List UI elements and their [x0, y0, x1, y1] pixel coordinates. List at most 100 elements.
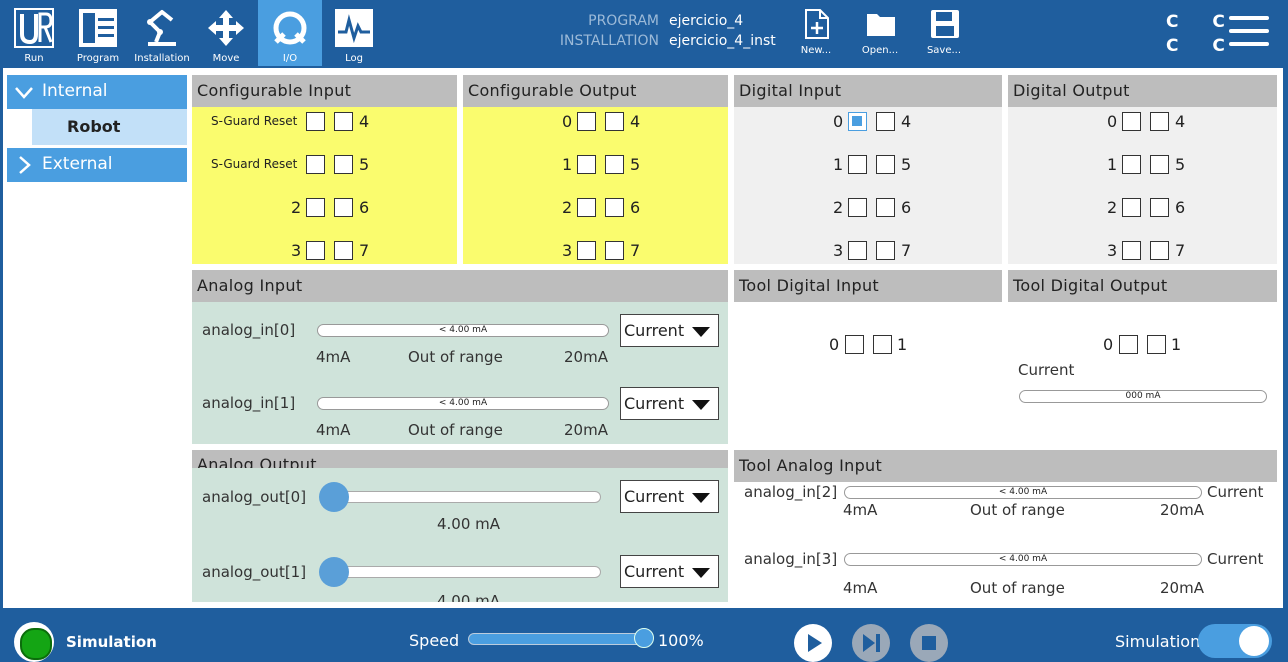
- step-button[interactable]: [852, 624, 890, 662]
- ci-checkbox-7[interactable]: [334, 241, 353, 260]
- step-icon: [863, 634, 880, 652]
- do-checkbox-0[interactable]: [1122, 112, 1141, 131]
- tool-digital-input-header: Tool Digital Input: [734, 270, 1002, 302]
- tdo-checkbox-1[interactable]: [1147, 335, 1166, 354]
- nav-move-label: Move: [212, 53, 240, 64]
- nav-move-button[interactable]: Move: [194, 0, 258, 66]
- robot-status-indicator-icon[interactable]: [14, 622, 54, 662]
- tool-analog-input-body: analog_in[2] < 4.00 mA Current 4mA Out o…: [734, 482, 1277, 602]
- analog-out-1-slider-track[interactable]: [320, 566, 601, 578]
- new-button[interactable]: New...: [786, 0, 846, 66]
- ci-checkbox-4[interactable]: [334, 112, 353, 131]
- sidebar-item-external-label: External: [42, 154, 113, 174]
- ci-label-3: 3: [291, 241, 302, 260]
- analog-out-1-slider-knob[interactable]: [319, 557, 349, 587]
- digital-output-body: 0 4 1 5 2 6 3 7: [1008, 107, 1277, 264]
- do-checkbox-2[interactable]: [1122, 198, 1141, 217]
- save-button[interactable]: Save...: [914, 0, 974, 66]
- analog-out-0-slider-track[interactable]: [320, 491, 601, 503]
- co-checkbox-0[interactable]: [577, 112, 596, 131]
- do-label-7: 7: [1175, 241, 1186, 260]
- di-checkbox-1[interactable]: [848, 155, 867, 174]
- analog-out-1-mode-select[interactable]: Current: [620, 555, 719, 588]
- analog-out-0-mode-select[interactable]: Current: [620, 480, 719, 513]
- ci-checkbox-1[interactable]: [306, 155, 325, 174]
- di-label-7: 7: [901, 241, 912, 260]
- nav-run-button[interactable]: Run: [2, 0, 66, 66]
- nav-installation-button[interactable]: Installation: [130, 0, 194, 66]
- cc-indicator-bottom: C C: [1166, 36, 1239, 56]
- speed-slider-knob[interactable]: [634, 628, 654, 648]
- analog-in-3-max: 20mA: [1160, 579, 1204, 597]
- do-label-5: 5: [1175, 155, 1186, 174]
- analog-out-0-slider-knob[interactable]: [319, 482, 349, 512]
- tool-digital-input-title: Tool Digital Input: [739, 276, 879, 295]
- ci-checkbox-2[interactable]: [306, 198, 325, 217]
- do-checkbox-1[interactable]: [1122, 155, 1141, 174]
- configurable-input-header: Configurable Input: [192, 75, 457, 107]
- nav-program-button[interactable]: Program: [66, 0, 130, 66]
- co-checkbox-1[interactable]: [577, 155, 596, 174]
- nav-program-label: Program: [76, 53, 120, 64]
- dropdown-arrow-icon: [692, 400, 710, 410]
- analog-in-0-mode-select[interactable]: Current: [620, 314, 719, 347]
- tdo-checkbox-0[interactable]: [1119, 335, 1138, 354]
- sidebar-item-internal-label: Internal: [42, 81, 108, 101]
- do-checkbox-5[interactable]: [1150, 155, 1169, 174]
- co-label-0: 0: [562, 112, 573, 131]
- di-checkbox-2[interactable]: [848, 198, 867, 217]
- co-checkbox-2[interactable]: [577, 198, 596, 217]
- speed-slider-track[interactable]: [468, 633, 646, 645]
- play-button[interactable]: [794, 624, 832, 662]
- co-checkbox-6[interactable]: [605, 198, 624, 217]
- sidebar-item-robot[interactable]: Robot: [32, 109, 187, 145]
- analog-in-3-name: analog_in[3]: [744, 550, 838, 568]
- installation-label: INSTALLATION: [559, 33, 659, 49]
- co-checkbox-5[interactable]: [605, 155, 624, 174]
- io-sidebar: Internal Robot External: [7, 74, 187, 602]
- sidebar-item-external[interactable]: External: [7, 148, 187, 182]
- tdo-mode-label: Current: [1018, 361, 1075, 379]
- ci-checkbox-0[interactable]: [306, 112, 325, 131]
- analog-input-title: Analog Input: [197, 276, 303, 295]
- ci-checkbox-3[interactable]: [306, 241, 325, 260]
- co-label-4: 4: [630, 112, 641, 131]
- do-checkbox-7[interactable]: [1150, 241, 1169, 260]
- co-checkbox-4[interactable]: [605, 112, 624, 131]
- ci-checkbox-6[interactable]: [334, 198, 353, 217]
- hamburger-menu-icon[interactable]: [1229, 16, 1269, 50]
- co-checkbox-7[interactable]: [605, 241, 624, 260]
- nav-log-button[interactable]: Log: [322, 0, 386, 66]
- di-checkbox-0[interactable]: [848, 112, 867, 131]
- di-checkbox-3[interactable]: [848, 241, 867, 260]
- sidebar-item-internal[interactable]: Internal: [7, 75, 187, 109]
- digital-input-header: Digital Input: [734, 75, 1002, 107]
- do-label-3: 3: [1107, 241, 1118, 260]
- digital-output-title: Digital Output: [1013, 81, 1130, 100]
- do-checkbox-4[interactable]: [1150, 112, 1169, 131]
- analog-in-2-name: analog_in[2]: [744, 483, 838, 501]
- tdi-checkbox-1[interactable]: [873, 335, 892, 354]
- do-label-4: 4: [1175, 112, 1186, 131]
- di-checkbox-6[interactable]: [876, 198, 895, 217]
- do-checkbox-6[interactable]: [1150, 198, 1169, 217]
- nav-io-button[interactable]: I/O: [258, 0, 322, 66]
- simulation-toggle[interactable]: [1198, 624, 1272, 658]
- tdo-current-bar: 000 mA: [1019, 390, 1267, 403]
- di-checkbox-4[interactable]: [876, 112, 895, 131]
- analog-in-1-mode-select[interactable]: Current: [620, 387, 719, 420]
- di-checkbox-5[interactable]: [876, 155, 895, 174]
- tool-digital-output-panel: Tool Digital Output 0 1 Current 000 mA: [1008, 270, 1277, 444]
- tdi-checkbox-0[interactable]: [845, 335, 864, 354]
- play-icon: [808, 634, 822, 652]
- co-checkbox-3[interactable]: [577, 241, 596, 260]
- open-button[interactable]: Open...: [850, 0, 910, 66]
- ci-checkbox-5[interactable]: [334, 155, 353, 174]
- new-button-label: New...: [800, 45, 832, 56]
- do-checkbox-3[interactable]: [1122, 241, 1141, 260]
- di-checkbox-7[interactable]: [876, 241, 895, 260]
- analog-in-2-bar: < 4.00 mA: [844, 486, 1202, 499]
- move-arrows-icon: [208, 10, 244, 46]
- analog-output-panel: Analog Output analog_out[0] 4.00 mA Curr…: [192, 450, 728, 602]
- stop-button[interactable]: [910, 624, 948, 662]
